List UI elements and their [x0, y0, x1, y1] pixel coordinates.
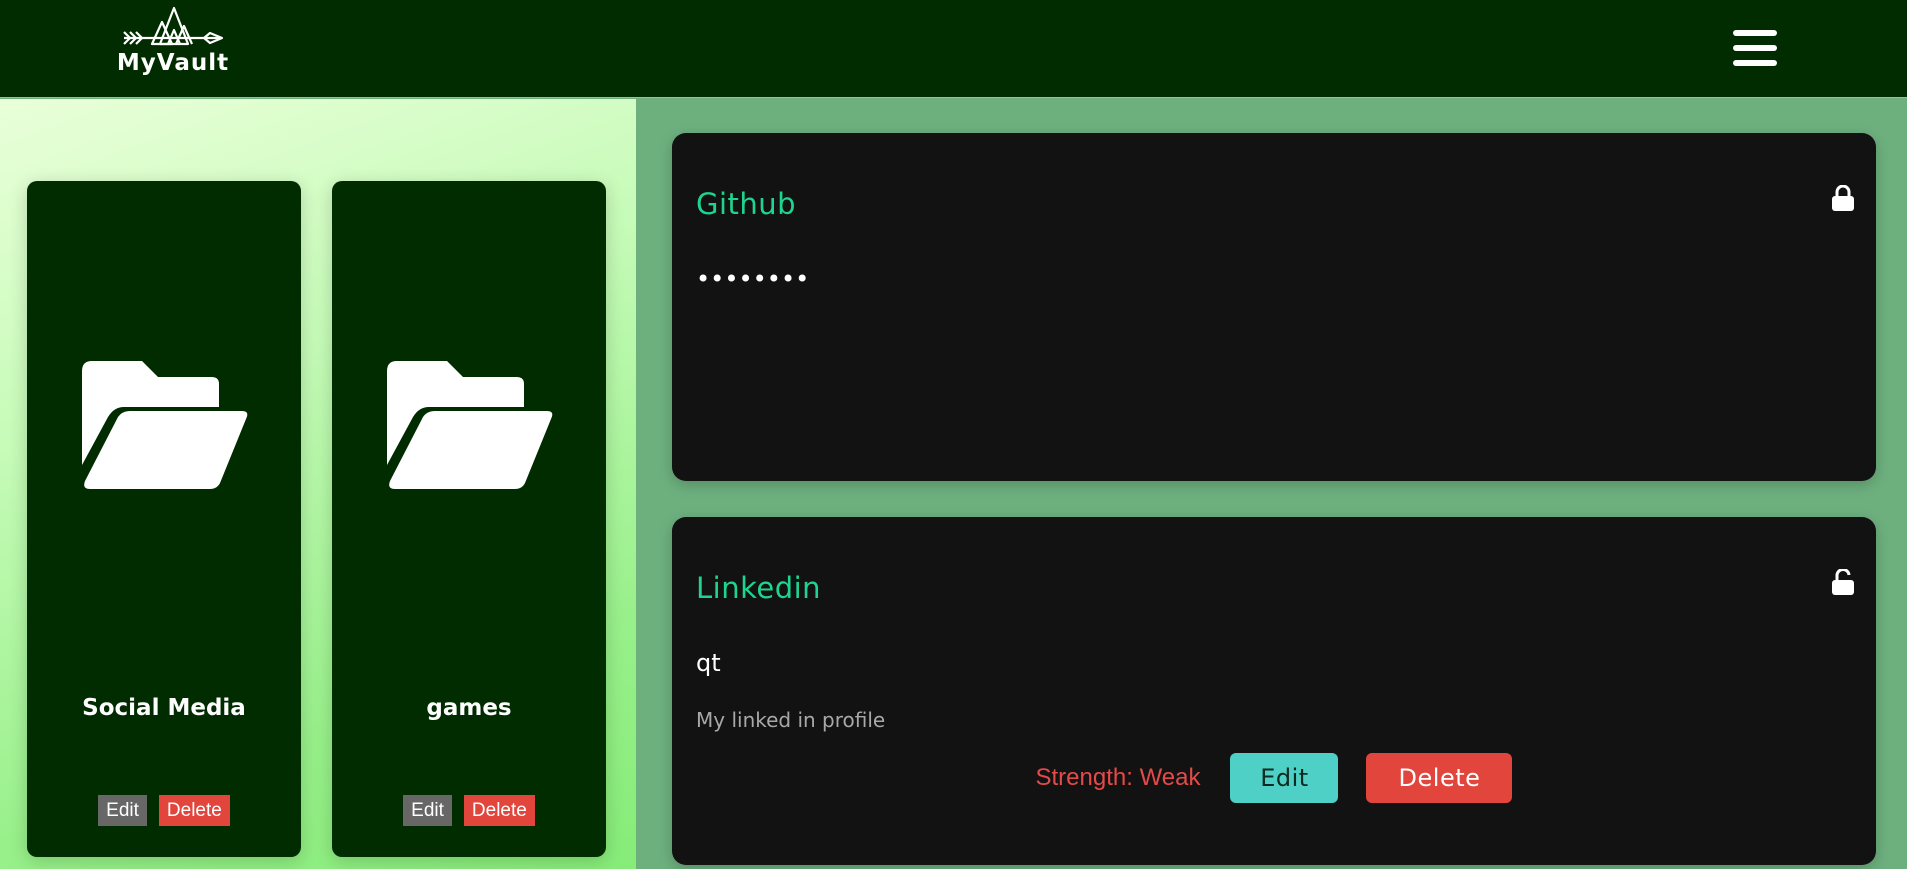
top-navbar: MyVault: [0, 0, 1907, 98]
brand-name: MyVault: [116, 50, 230, 76]
hamburger-icon[interactable]: [1733, 30, 1777, 66]
logo-arrow-mountains-icon: [123, 6, 224, 46]
folder-card-social-media[interactable]: Social Media Edit Delete: [27, 181, 301, 857]
credential-title: Linkedin: [696, 571, 822, 605]
lock-closed-icon[interactable]: [1832, 185, 1854, 211]
folder-delete-button[interactable]: Delete: [463, 795, 535, 826]
folder-name: games: [426, 695, 512, 721]
credential-title: Github: [696, 187, 797, 221]
folder-actions: Edit Delete: [332, 795, 606, 826]
folder-card-games[interactable]: games Edit Delete: [332, 181, 606, 857]
folder-edit-button[interactable]: Edit: [98, 795, 147, 826]
credential-actions: Strength: Weak Edit Delete: [672, 753, 1876, 803]
lock-open-icon[interactable]: [1832, 569, 1854, 595]
credential-username: qt: [696, 649, 721, 677]
folder-open-icon: [387, 361, 553, 489]
folder-open-icon: [82, 361, 248, 489]
credential-password-masked: ••••••••: [696, 265, 810, 293]
brand-logo[interactable]: MyVault: [114, 4, 232, 84]
credential-edit-button[interactable]: Edit: [1230, 753, 1339, 803]
credential-note: My linked in profile: [696, 708, 886, 732]
credential-delete-button[interactable]: Delete: [1366, 753, 1513, 803]
folder-delete-button[interactable]: Delete: [158, 795, 230, 826]
folder-edit-button[interactable]: Edit: [403, 795, 452, 826]
folder-actions: Edit Delete: [27, 795, 301, 826]
credential-card-linkedin[interactable]: Linkedin qt My linked in profile Strengt…: [672, 517, 1876, 865]
folders-panel: Social Media Edit Delete games Edit Dele…: [0, 99, 636, 869]
credential-card-github[interactable]: Github ••••••••: [672, 133, 1876, 481]
folder-name: Social Media: [82, 695, 246, 721]
strength-indicator: Strength: Weak: [1035, 764, 1201, 791]
